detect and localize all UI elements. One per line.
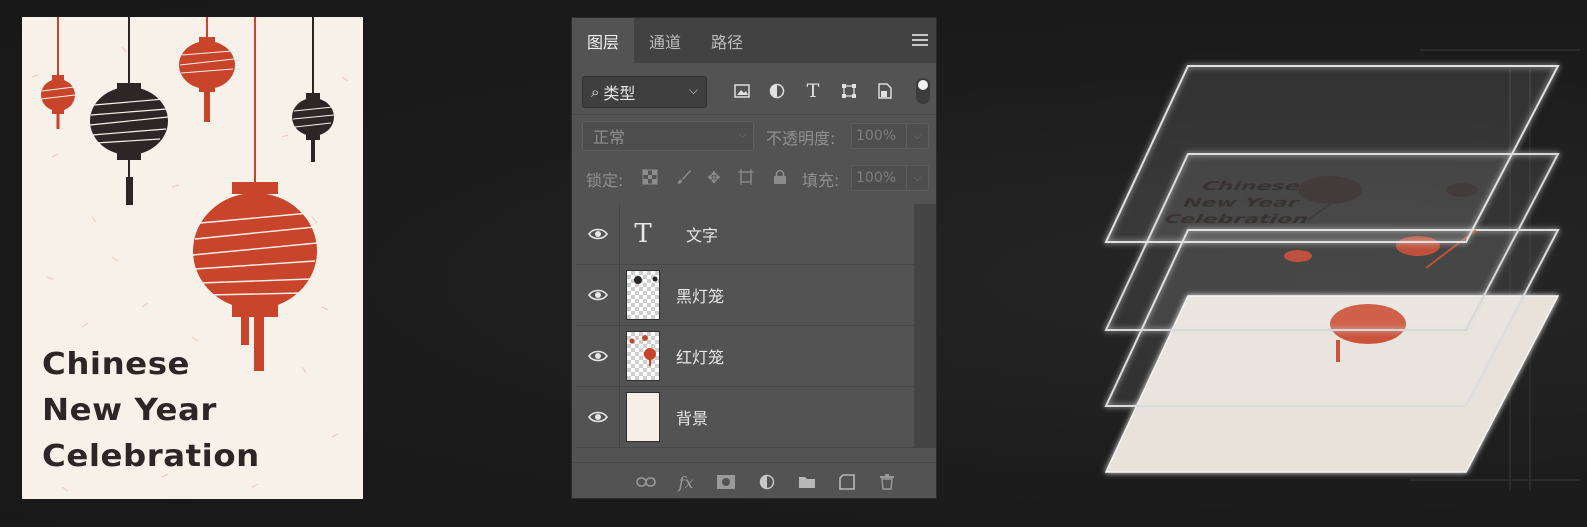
smart-object-filter-icon[interactable]	[874, 80, 896, 102]
layers-panel: 图层 通道 路径 ⌕ 类型 ⌵ T 正常 ⌵ 不透明度: 100% ⌵ 锁定: …	[571, 17, 937, 499]
stack-text-line-3: Celebration	[1161, 212, 1312, 226]
layer-row-black-lantern[interactable]: 黑灯笼	[576, 265, 914, 326]
layer-row-background[interactable]: 背景	[576, 387, 914, 448]
poster-title-line-2: New Year	[42, 393, 217, 428]
lock-all-icon[interactable]	[770, 167, 790, 187]
type-filter-icon[interactable]: T	[802, 80, 824, 102]
layer-list: T 文字 黑灯笼 红灯笼 背景	[576, 204, 914, 448]
poster-title: Chinese New Year Celebration	[42, 342, 260, 480]
opacity-value: 100%	[856, 128, 897, 144]
panel-footer: fx	[572, 462, 936, 500]
layer-thumbnail	[626, 270, 660, 320]
filter-toggle-switch[interactable]	[916, 78, 930, 104]
blend-mode-select[interactable]: 正常 ⌵	[582, 121, 754, 151]
blend-mode-value: 正常	[593, 128, 626, 147]
filter-kind-label: 类型	[603, 84, 636, 103]
mask-icon[interactable]	[715, 471, 737, 493]
chevron-down-icon: ⌵	[906, 166, 928, 190]
poster-preview: Chinese New Year Celebration	[22, 17, 363, 499]
folder-icon[interactable]	[796, 471, 818, 493]
shape-filter-icon[interactable]	[838, 80, 860, 102]
layer-stack-illustration: Chinese New Year Celebration	[1104, 49, 1580, 490]
tab-channels[interactable]: 通道	[634, 18, 696, 63]
layer-name: 背景	[676, 409, 709, 428]
adjustment-icon[interactable]	[756, 471, 778, 493]
layer-row-text[interactable]: T 文字	[576, 204, 914, 265]
hamburger-icon[interactable]	[912, 34, 928, 46]
layer-row-red-lantern[interactable]: 红灯笼	[576, 326, 914, 387]
layer-thumbnail	[626, 331, 660, 381]
text-layer-icon: T	[634, 219, 652, 249]
visibility-eye-icon[interactable]	[576, 387, 620, 447]
search-icon: ⌕	[591, 83, 600, 101]
lock-label: 锁定:	[586, 171, 624, 190]
visibility-eye-icon[interactable]	[576, 204, 620, 264]
trash-icon[interactable]	[876, 471, 898, 493]
lock-transparent-icon[interactable]	[640, 167, 660, 187]
adjustment-filter-icon[interactable]	[766, 80, 788, 102]
fill-label: 填充:	[802, 171, 840, 190]
layer-list-scrollbar[interactable]	[914, 204, 936, 448]
visibility-eye-icon[interactable]	[576, 265, 620, 325]
tab-layers[interactable]: 图层	[572, 18, 635, 63]
fx-icon[interactable]: fx	[675, 471, 697, 493]
poster-title-line-3: Celebration	[42, 439, 260, 474]
layer-name: 红灯笼	[676, 348, 725, 367]
tab-paths[interactable]: 路径	[696, 18, 758, 63]
lock-artboard-icon[interactable]	[736, 167, 756, 187]
image-filter-icon[interactable]	[731, 80, 753, 102]
lock-paint-icon[interactable]	[674, 167, 694, 187]
fill-field[interactable]: 100% ⌵	[851, 165, 929, 191]
new-layer-icon[interactable]	[836, 471, 858, 493]
chevron-down-icon: ⌵	[906, 124, 928, 148]
fill-value: 100%	[856, 170, 897, 186]
chevron-down-icon: ⌵	[688, 83, 698, 97]
link-icon[interactable]	[635, 471, 657, 493]
opacity-field[interactable]: 100% ⌵	[851, 123, 929, 149]
filter-kind-select[interactable]: ⌕ 类型 ⌵	[582, 76, 707, 108]
lock-row: 锁定: ✥ 填充: 100% ⌵	[572, 163, 936, 195]
blend-row: 正常 ⌵ 不透明度: 100% ⌵	[572, 121, 936, 153]
panel-tabbar: 图层 通道 路径	[572, 18, 936, 63]
layer-thumbnail	[626, 392, 660, 442]
stack-text-line-1: Chinese	[1198, 179, 1303, 193]
layer-name: 黑灯笼	[676, 287, 725, 306]
lock-move-icon[interactable]: ✥	[704, 167, 724, 187]
poster-title-line-1: Chinese	[42, 347, 191, 382]
divider	[572, 114, 936, 115]
stack-text-line-2: New Year	[1179, 196, 1302, 210]
visibility-eye-icon[interactable]	[576, 326, 620, 386]
filter-row: ⌕ 类型 ⌵ T	[572, 76, 936, 110]
chevron-down-icon: ⌵	[738, 128, 747, 141]
opacity-label: 不透明度:	[766, 129, 836, 148]
layer-name: 文字	[686, 226, 719, 245]
